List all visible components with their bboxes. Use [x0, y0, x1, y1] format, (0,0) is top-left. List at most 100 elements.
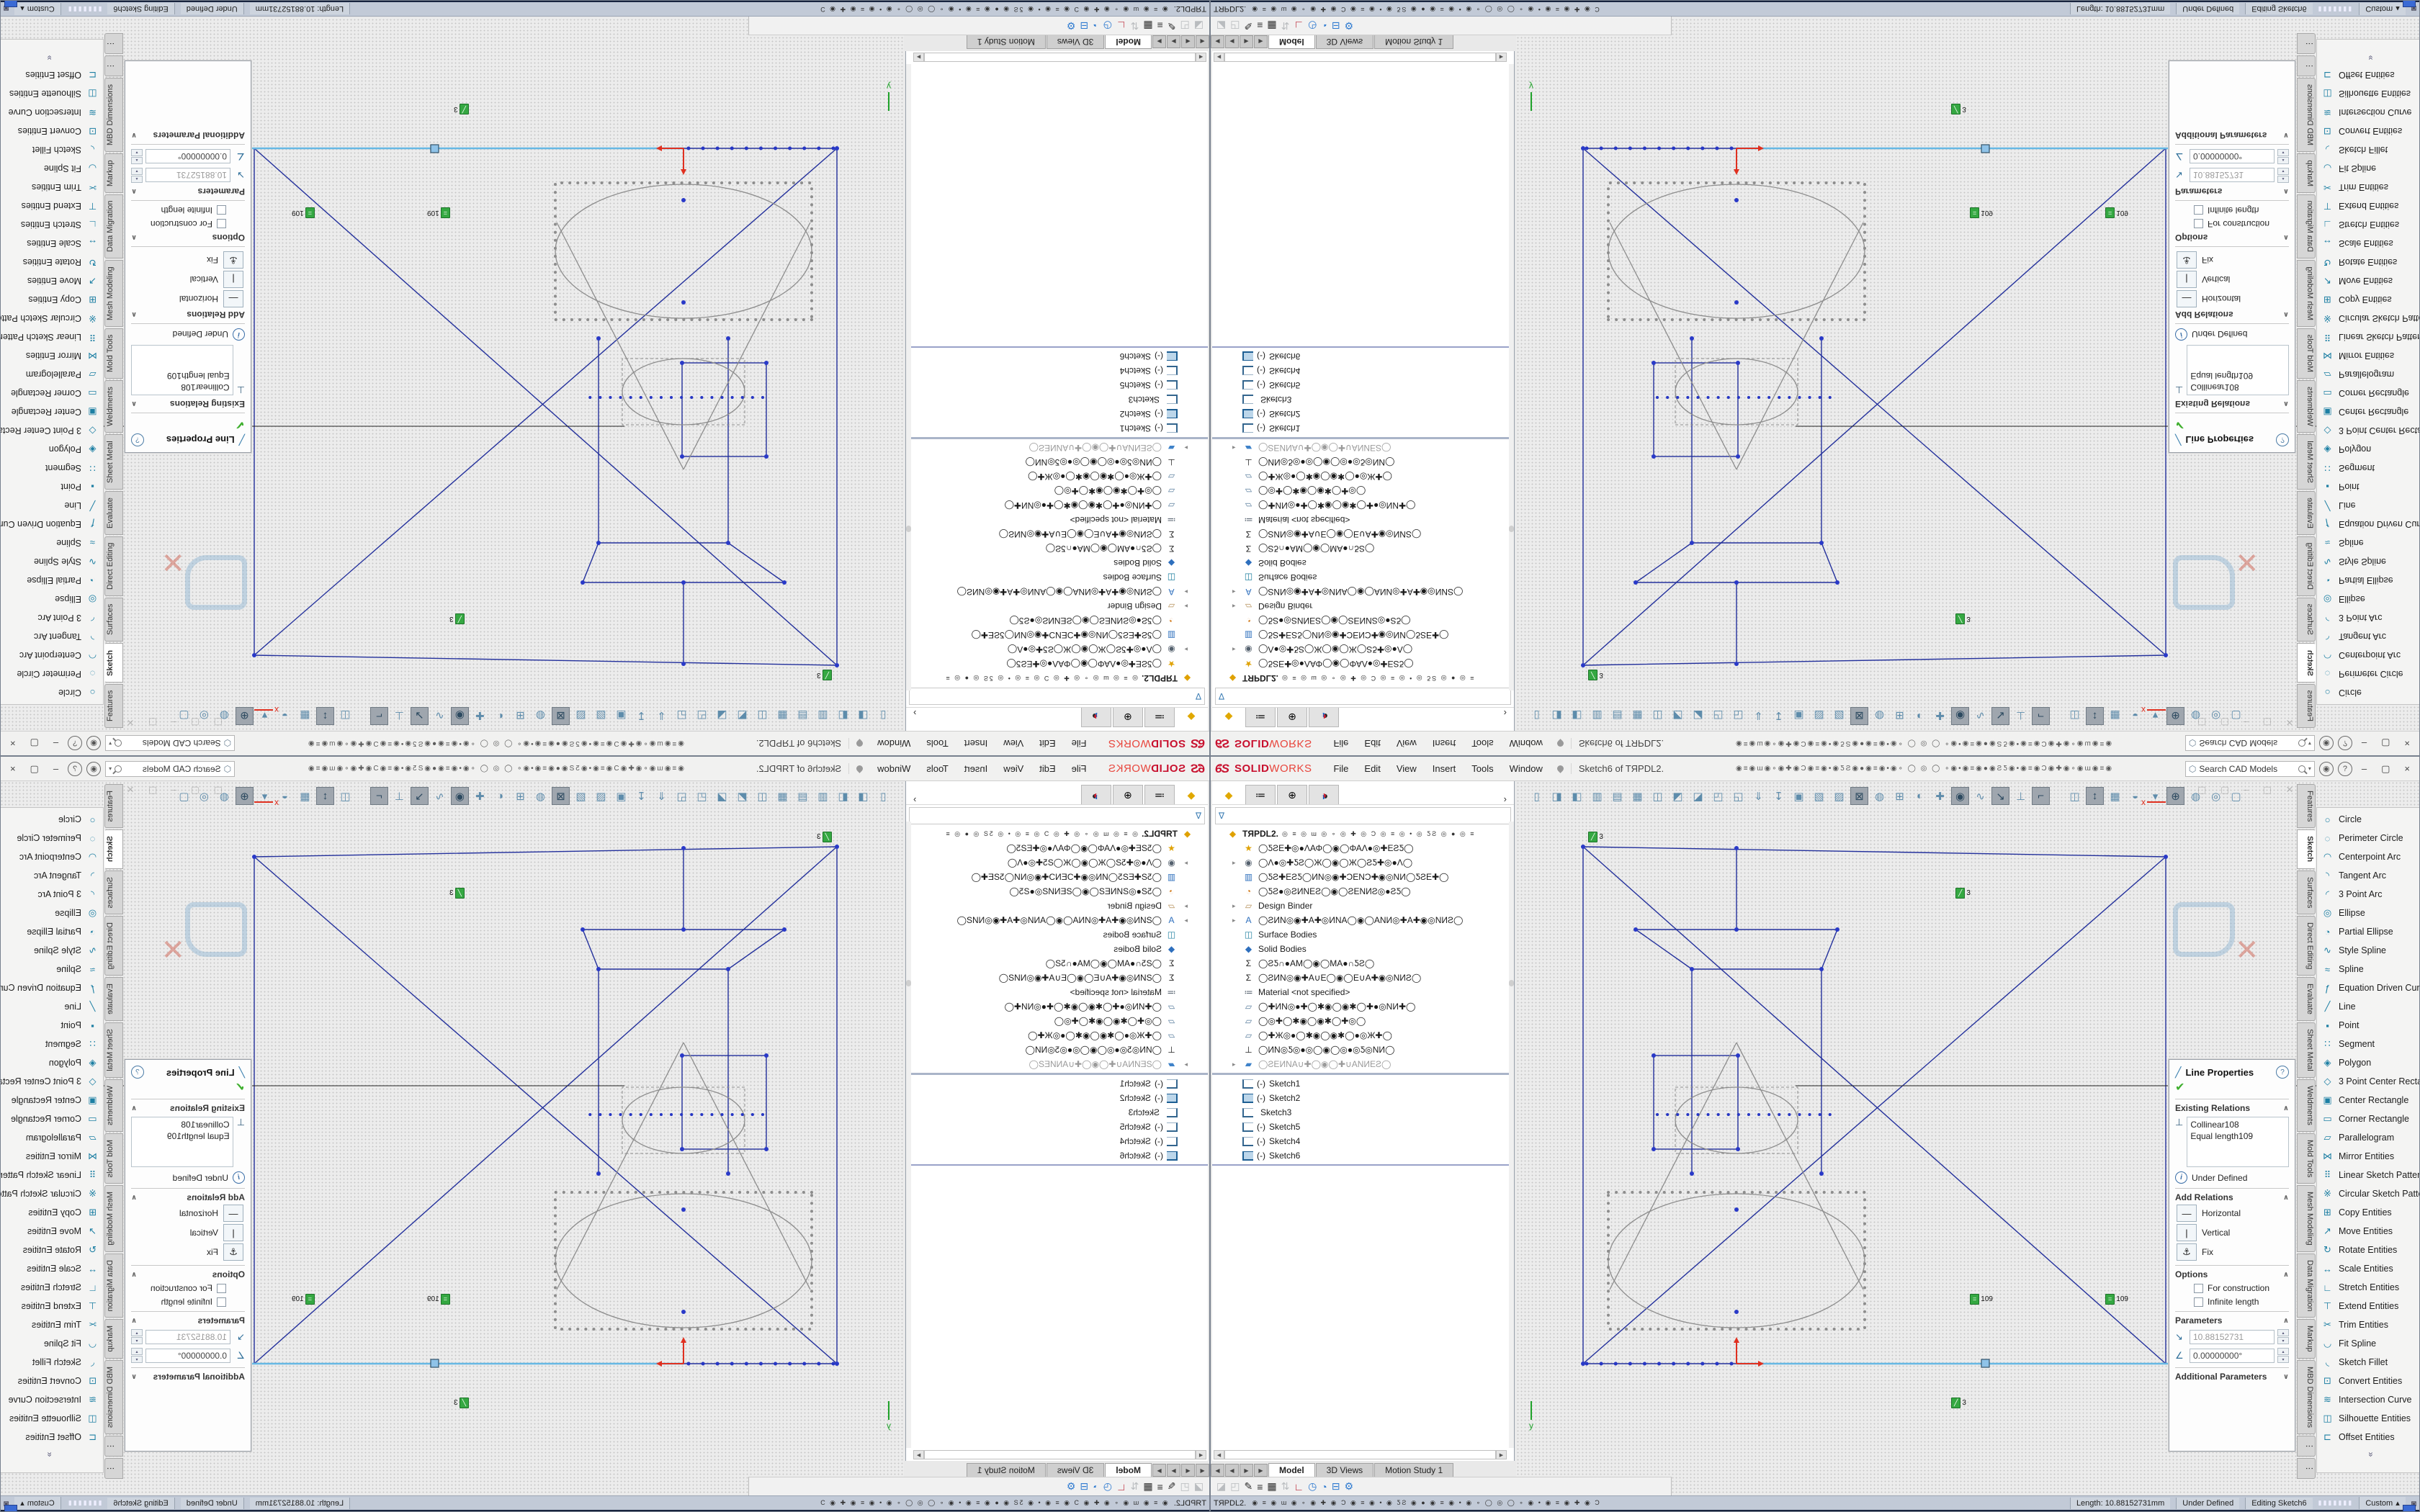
expander-icon[interactable]: ▸ — [1232, 1061, 1239, 1068]
sketch-tool-item[interactable]: ◫ Silhouette Entities — [0, 84, 99, 103]
tab-scroll-button[interactable]: ◀ — [1225, 35, 1239, 48]
tree-splitter[interactable] — [906, 1073, 1208, 1075]
motion-toolbar-icon[interactable]: ⊟ — [1080, 19, 1089, 32]
motion-toolbar-icon[interactable]: ▦ — [1143, 1480, 1152, 1493]
feature-manager-tab[interactable]: ◑ — [1309, 785, 1339, 804]
toolbar-icon[interactable]: ◱ — [673, 787, 691, 805]
sketch-tool-item[interactable]: ⊏ Offset Entities — [0, 66, 99, 84]
sketch-tool-item[interactable]: ◠ Centerpoint Arc — [0, 646, 99, 665]
sketch-tool-item[interactable]: ⊡ Convert Entities — [0, 122, 99, 140]
toolbar-icon[interactable]: ⇓ — [1749, 787, 1767, 805]
command-manager-tab[interactable]: Surfaces — [2297, 870, 2316, 914]
toolbar-icon[interactable]: ⊠ — [1850, 787, 1868, 805]
command-manager-tab[interactable]: Mesh Modeling — [104, 260, 123, 327]
toolbar-icon[interactable]: ◉ — [1951, 707, 1969, 725]
add-relation-button[interactable]: ⚓Fix — [2177, 1243, 2289, 1261]
sketch-tree-row[interactable]: (-) Sketch1 — [1212, 1076, 1514, 1091]
view-toolbar-icon[interactable]: ↕ — [316, 707, 334, 725]
motion-toolbar-icon[interactable]: ◪ — [1194, 19, 1204, 32]
menu-item[interactable]: Edit — [1357, 735, 1387, 752]
toolbar-icon[interactable]: ▤ — [1608, 707, 1626, 725]
sketch-tree-row[interactable]: (-) Sketch6 — [1212, 1148, 1514, 1163]
motion-toolbar-icon[interactable]: ≡ — [1157, 1481, 1163, 1493]
command-manager-tab[interactable]: MBD Dimensions — [104, 78, 123, 152]
scroll-right-icon[interactable]: ▶ — [913, 53, 924, 62]
sketch-tool-item[interactable]: ◠ Centerpoint Arc — [2321, 847, 2420, 866]
collapse-icon[interactable]: ∧ — [131, 1194, 137, 1202]
command-manager-tab[interactable]: Mesh Modeling — [2297, 1185, 2316, 1252]
sketch-tool-item[interactable]: ◝ Tangent Arc — [2321, 866, 2420, 885]
length-spinner[interactable]: ▴▾ — [2277, 1329, 2289, 1344]
toolbar-icon[interactable]: ◨ — [1548, 707, 1566, 725]
tree-row[interactable]: ▸ ▱ Design Binder — [906, 899, 1208, 913]
sketch-tool-item[interactable]: ▱ Parallelogram — [2321, 365, 2420, 384]
toolbar-icon[interactable]: ◐ — [1911, 787, 1929, 805]
sketch-tool-item[interactable]: ◈ Polygon — [2321, 1053, 2420, 1072]
tab-scroll-button[interactable]: ▶ — [1254, 1464, 1268, 1477]
scroll-right-icon[interactable]: ▶ — [913, 1450, 924, 1459]
sketch-tree-row[interactable]: (-) Sketch4 — [906, 1134, 1208, 1148]
sketch-tool-item[interactable]: ◇ 3 Point Center Recta... — [0, 421, 99, 440]
toolbar-icon[interactable]: ↘ — [1991, 787, 2009, 805]
toolbar-icon[interactable]: ⊞ — [511, 787, 529, 805]
toolbar-icon[interactable]: ◪ — [713, 787, 731, 805]
toolbar-icon[interactable]: ▤ — [794, 787, 812, 805]
motion-toolbar-icon[interactable]: ◰ — [1230, 19, 1240, 32]
toolbar-icon[interactable]: ✚ — [1931, 787, 1949, 805]
tree-row[interactable]: ◫ Surface Bodies — [1212, 570, 1514, 585]
add-relation-button[interactable]: |Vertical — [131, 271, 243, 288]
menu-item[interactable]: Window — [870, 735, 918, 752]
sketch-tree-row[interactable]: (-) Sketch5 — [1212, 378, 1514, 392]
sketch-tool-item[interactable]: ⠿ Linear Sketch Pattern — [0, 1166, 99, 1184]
view-toolbar-icon[interactable]: ▦ — [2106, 707, 2124, 725]
confirmation-corner-icon[interactable] — [2173, 902, 2235, 957]
command-manager-tab[interactable]: Mesh Modeling — [2297, 260, 2316, 327]
length-spinner[interactable]: ▴▾ — [131, 168, 143, 183]
units-dropdown[interactable]: Custom▴ — [2359, 3, 2405, 15]
sketch-tool-item[interactable]: ◜ 3 Point Arc — [2321, 608, 2420, 627]
toolbar-icon[interactable]: ◧ — [1568, 707, 1586, 725]
toolbar-icon[interactable]: ▥ — [814, 707, 832, 725]
toolbar-icon[interactable]: ◪ — [713, 707, 731, 725]
sketch-tool-item[interactable]: ◎ Ellipse — [2321, 590, 2420, 608]
menu-item[interactable]: File — [1326, 735, 1355, 752]
toolbar-icon[interactable]: ◫ — [753, 707, 771, 725]
sketch-tool-item[interactable]: ⊞ Copy Entities — [0, 290, 99, 309]
menu-item[interactable]: Edit — [1032, 735, 1062, 752]
toolbar-icon[interactable]: ⇓ — [1749, 707, 1767, 725]
sketch-tool-item[interactable]: ◔ Partial Ellipse — [0, 922, 99, 941]
sketch-tool-item[interactable]: ◟ Sketch Fillet — [2321, 1353, 2420, 1372]
command-manager-tab[interactable]: Sketch — [2297, 644, 2316, 683]
expand-icon[interactable]: ∨ — [2283, 132, 2289, 140]
sketch-tool-item[interactable]: ▱ Parallelogram — [0, 1128, 99, 1147]
cancel-sketch-icon[interactable]: ✕ — [161, 934, 185, 967]
tab-scroll-button[interactable]: ◀ — [1225, 1464, 1239, 1477]
feature-manager-tab[interactable]: ⊕ — [1113, 708, 1143, 727]
scroll-left-icon[interactable]: ◀ — [1196, 53, 1206, 62]
collapse-icon[interactable]: ∧ — [2283, 311, 2289, 319]
relations-list[interactable]: Collinear108Equal length109 — [131, 345, 233, 395]
option-checkbox[interactable]: Infinite length — [2194, 1297, 2289, 1307]
restore-button[interactable]: ▢ — [25, 762, 44, 776]
sketch-tree-row[interactable]: Sketch3 — [906, 392, 1208, 407]
tree-row[interactable]: ▥ ◯ƼƧ✚ΕƧƼ◯ИΝ◎◉✚ƆΕΝƆ✚◉◎ΝИ◯ƼƧΕ✚◯ — [906, 628, 1208, 642]
tree-row[interactable]: ▱ ◯◎✚◯✱◉◯◉✱◯✚◎◯ — [906, 1014, 1208, 1028]
toolbar-icon[interactable]: ◧ — [834, 787, 852, 805]
expander-icon[interactable]: ▸ — [1181, 902, 1188, 910]
sketch-tool-item[interactable]: ⠿ Linear Sketch Pattern — [2321, 1166, 2420, 1184]
tree-row[interactable]: Σ ◯ƧИΝ◎◉✚Α∪Ε◯◉◯Ε∪Α✚◉◎ΝИƧ◯ — [1212, 971, 1514, 985]
menu-item[interactable]: Insert — [1425, 760, 1464, 777]
sketch-tool-item[interactable]: ◔ Partial Ellipse — [2321, 922, 2420, 941]
sketch-tool-item[interactable]: ≈ Spline — [2321, 534, 2420, 552]
tree-root-item[interactable]: ◆ TЯPDL2. ◎ ≡ ◎ ɯ ◎ ∘ ◎ ✚ ◎ Ɔ ◎ ≡ ◎ • ◎ … — [906, 827, 1208, 841]
sketch-tool-item[interactable]: ◝ Tangent Arc — [0, 866, 99, 885]
motion-toolbar-icon[interactable]: ◔ — [1093, 20, 1098, 32]
taskbar-button[interactable] — [4, 0, 17, 7]
toolbar-icon[interactable]: ▤ — [794, 707, 812, 725]
toolbar-icon[interactable]: ◐ — [1911, 707, 1929, 725]
sketch-tool-item[interactable]: ↗ Move Entities — [0, 1222, 99, 1241]
angle-field[interactable]: 0.00000000° — [2190, 1349, 2275, 1363]
command-manager-tab[interactable]: Sheet Metal — [2297, 434, 2316, 490]
sketch-tool-item[interactable]: ✂ Trim Entities — [0, 178, 99, 197]
sketch-tool-item[interactable]: ○ Circle — [2321, 683, 2420, 702]
